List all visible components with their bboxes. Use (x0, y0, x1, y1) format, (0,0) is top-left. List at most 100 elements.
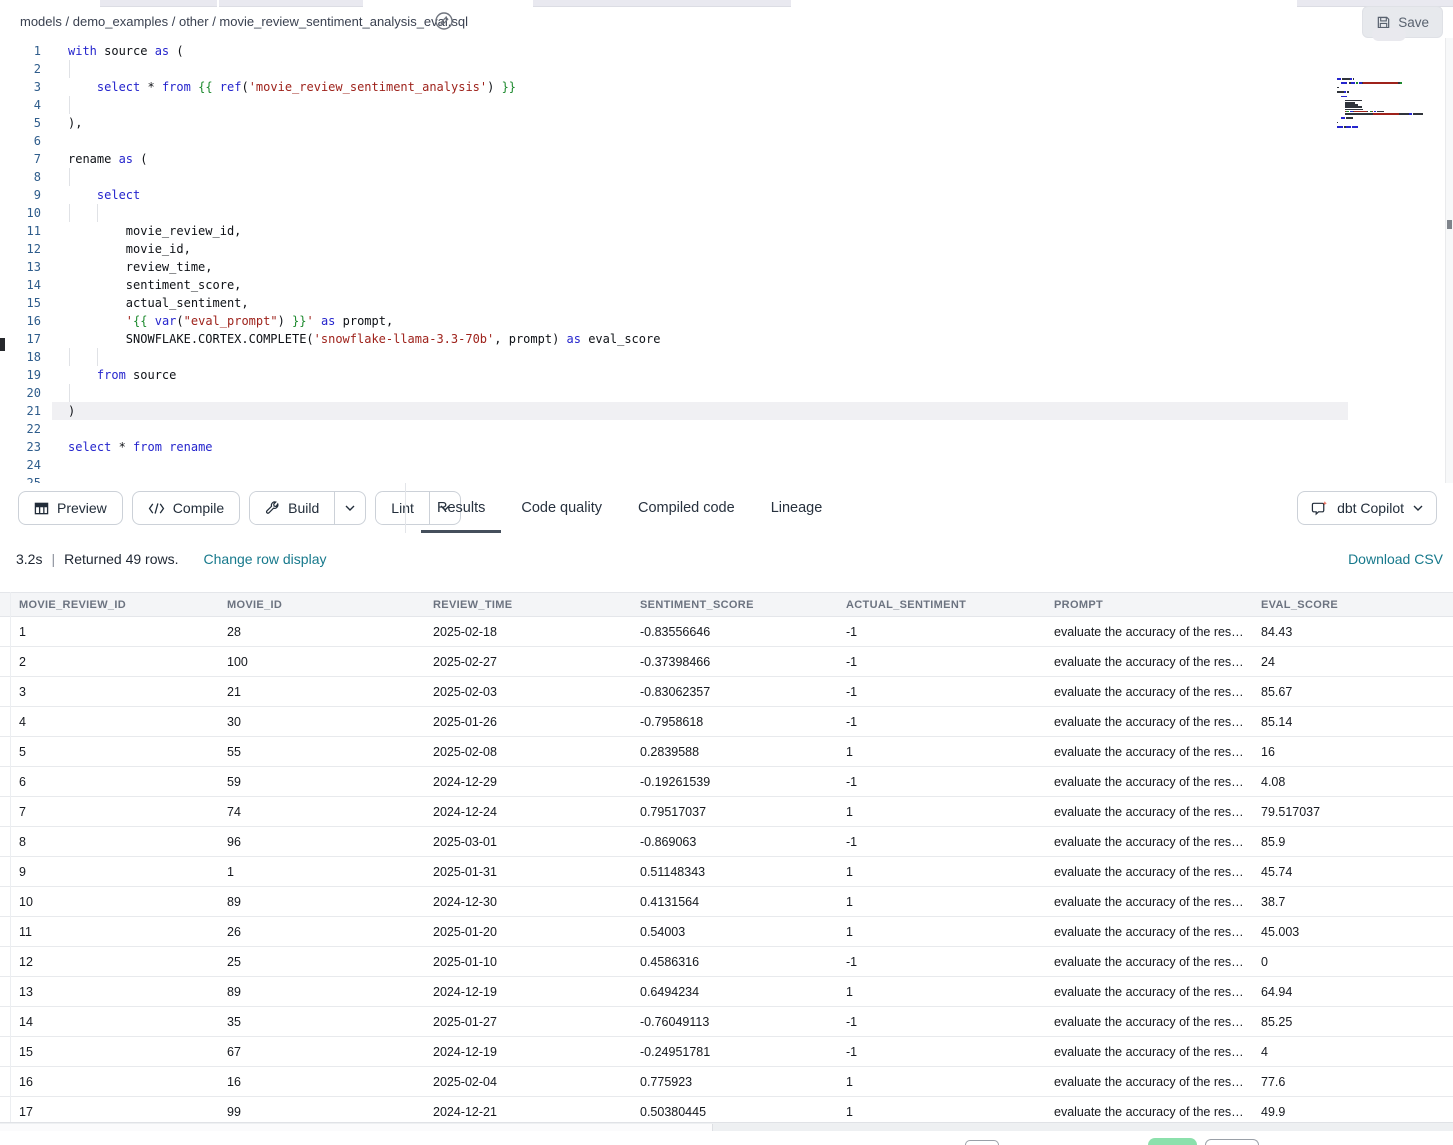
code-line-text[interactable]: select (52, 186, 1348, 204)
code-line-16[interactable]: 16 '{{ var("eval_prompt") }}' as prompt, (0, 312, 1445, 330)
code-line-7[interactable]: 7rename as ( (0, 150, 1445, 168)
code-line-text[interactable]: movie_review_id, (52, 222, 1348, 240)
file-tab-fragment[interactable] (100, 0, 217, 7)
code-line-text[interactable] (52, 96, 1348, 114)
minimap-handle[interactable] (1372, 28, 1406, 41)
file-tab-fragment[interactable] (533, 0, 791, 7)
table-row[interactable]: 16162025-02-040.7759231evaluate the accu… (0, 1067, 1453, 1097)
code-line-19[interactable]: 19 from source (0, 366, 1445, 384)
code-line-11[interactable]: 11 movie_review_id, (0, 222, 1445, 240)
editor-minimap[interactable] (1337, 78, 1445, 138)
code-lines[interactable]: 1with source as (23 select * from {{ ref… (0, 42, 1445, 484)
table-row[interactable]: 3212025-02-03-0.83062357-1evaluate the a… (0, 677, 1453, 707)
code-line-text[interactable]: '{{ var("eval_prompt") }}' as prompt, (52, 312, 1348, 330)
code-line-text[interactable] (52, 348, 1348, 366)
code-line-22[interactable]: 22 (0, 420, 1445, 438)
code-line-3[interactable]: 3 select * from {{ ref('movie_review_sen… (0, 78, 1445, 96)
code-line-12[interactable]: 12 movie_id, (0, 240, 1445, 258)
table-row[interactable]: 21002025-02-27-0.37398466-1evaluate the … (0, 647, 1453, 677)
table-row[interactable]: 5552025-02-080.28395881evaluate the accu… (0, 737, 1453, 767)
cell-eval-score: 77.6 (1242, 1075, 1453, 1089)
build-button[interactable]: Build (250, 492, 334, 524)
tab-results[interactable]: Results (421, 483, 501, 533)
dbt-copilot-button[interactable]: dbt Copilot (1297, 491, 1437, 525)
code-line-text[interactable]: select * from rename (52, 438, 1348, 456)
column-header-sentiment-score[interactable]: SENTIMENT_SCORE (621, 599, 827, 611)
change-row-display-link[interactable]: Change row display (204, 551, 327, 567)
table-row[interactable]: 1282025-02-18-0.83556646-1evaluate the a… (0, 617, 1453, 647)
code-line-10[interactable]: 10 (0, 204, 1445, 222)
code-line-21[interactable]: 21) (0, 402, 1445, 420)
code-line-text[interactable]: review_time, (52, 258, 1348, 276)
code-line-24[interactable]: 24 (0, 456, 1445, 474)
code-line-text[interactable]: actual_sentiment, (52, 294, 1348, 312)
tab-lineage[interactable]: Lineage (755, 483, 839, 533)
compile-button[interactable]: Compile (132, 491, 240, 525)
download-csv-link[interactable]: Download CSV (1348, 551, 1443, 567)
code-line-6[interactable]: 6 (0, 132, 1445, 150)
column-header-movie-id[interactable]: MOVIE_ID (208, 599, 414, 611)
code-editor[interactable]: 1with source as (23 select * from {{ ref… (0, 38, 1453, 484)
code-line-text[interactable] (52, 60, 1348, 78)
code-line-1[interactable]: 1with source as ( (0, 42, 1445, 60)
code-line-text[interactable]: select * from {{ ref('movie_review_senti… (52, 78, 1348, 96)
code-line-18[interactable]: 18 (0, 348, 1445, 366)
tab-code-quality[interactable]: Code quality (505, 483, 618, 533)
code-line-9[interactable]: 9 select (0, 186, 1445, 204)
breadcrumb-bar: models / demo_examples / other / movie_r… (0, 7, 1453, 39)
cutoff-button[interactable] (965, 1140, 999, 1145)
code-line-15[interactable]: 15 actual_sentiment, (0, 294, 1445, 312)
editor-scrollbar-marker[interactable] (1447, 220, 1452, 229)
column-header-eval-score[interactable]: EVAL_SCORE (1242, 599, 1453, 611)
code-line-text[interactable]: sentiment_score, (52, 276, 1348, 294)
code-line-text[interactable] (52, 420, 1348, 438)
build-dropdown[interactable] (334, 492, 365, 524)
code-line-text[interactable]: from source (52, 366, 1348, 384)
column-header-actual-sentiment[interactable]: ACTUAL_SENTIMENT (827, 599, 1035, 611)
table-row[interactable]: 12252025-01-100.4586316-1evaluate the ac… (0, 947, 1453, 977)
horizontal-scrollbar[interactable] (0, 1122, 1453, 1131)
code-line-text[interactable] (52, 204, 1348, 222)
table-row[interactable]: 14352025-01-27-0.76049113-1evaluate the … (0, 1007, 1453, 1037)
breadcrumb[interactable]: models / demo_examples / other / movie_r… (20, 14, 468, 29)
code-line-text[interactable] (52, 168, 1348, 186)
cutoff-button[interactable] (1205, 1139, 1259, 1145)
code-line-text[interactable]: rename as ( (52, 150, 1348, 168)
tab-compiled-code[interactable]: Compiled code (622, 483, 751, 533)
code-line-text[interactable]: ), (52, 114, 1348, 132)
table-row[interactable]: 11262025-01-200.540031evaluate the accur… (0, 917, 1453, 947)
table-row[interactable]: 4302025-01-26-0.7958618-1evaluate the ac… (0, 707, 1453, 737)
table-row[interactable]: 8962025-03-01-0.869063-1evaluate the acc… (0, 827, 1453, 857)
code-line-4[interactable]: 4 (0, 96, 1445, 114)
cell-review-time: 2025-03-01 (414, 835, 621, 849)
table-row[interactable]: 6592024-12-29-0.19261539-1evaluate the a… (0, 767, 1453, 797)
table-row[interactable]: 13892024-12-190.64942341evaluate the acc… (0, 977, 1453, 1007)
code-line-23[interactable]: 23select * from rename (0, 438, 1445, 456)
table-row[interactable]: 912025-01-310.511483431evaluate the accu… (0, 857, 1453, 887)
code-line-13[interactable]: 13 review_time, (0, 258, 1445, 276)
column-header-prompt[interactable]: PROMPT (1035, 599, 1242, 611)
cutoff-success-badge[interactable] (1148, 1138, 1197, 1145)
table-row[interactable]: 10892024-12-300.41315641evaluate the acc… (0, 887, 1453, 917)
code-line-2[interactable]: 2 (0, 60, 1445, 78)
code-line-text[interactable] (52, 132, 1348, 150)
file-tab-fragment[interactable] (219, 0, 363, 7)
preview-button[interactable]: Preview (18, 491, 123, 525)
code-line-text[interactable] (52, 384, 1348, 402)
table-row[interactable]: 7742024-12-240.795170371evaluate the acc… (0, 797, 1453, 827)
code-line-text[interactable]: with source as ( (52, 42, 1348, 60)
code-line-17[interactable]: 17 SNOWFLAKE.CORTEX.COMPLETE('snowflake-… (0, 330, 1445, 348)
code-line-14[interactable]: 14 sentiment_score, (0, 276, 1445, 294)
code-line-text[interactable] (52, 456, 1348, 474)
table-row[interactable]: 15672024-12-19-0.24951781-1evaluate the … (0, 1037, 1453, 1067)
code-line-5[interactable]: 5), (0, 114, 1445, 132)
code-line-text[interactable]: movie_id, (52, 240, 1348, 258)
horizontal-scrollbar-thumb[interactable] (0, 1124, 713, 1131)
code-line-text[interactable]: ) (52, 402, 1348, 420)
column-header-movie-review-id[interactable]: MOVIE_REVIEW_ID (0, 599, 208, 611)
editor-vertical-scrollbar[interactable] (1445, 38, 1453, 483)
code-line-text[interactable]: SNOWFLAKE.CORTEX.COMPLETE('snowflake-lla… (52, 330, 1348, 348)
code-line-8[interactable]: 8 (0, 168, 1445, 186)
column-header-review-time[interactable]: REVIEW_TIME (414, 599, 621, 611)
code-line-20[interactable]: 20 (0, 384, 1445, 402)
